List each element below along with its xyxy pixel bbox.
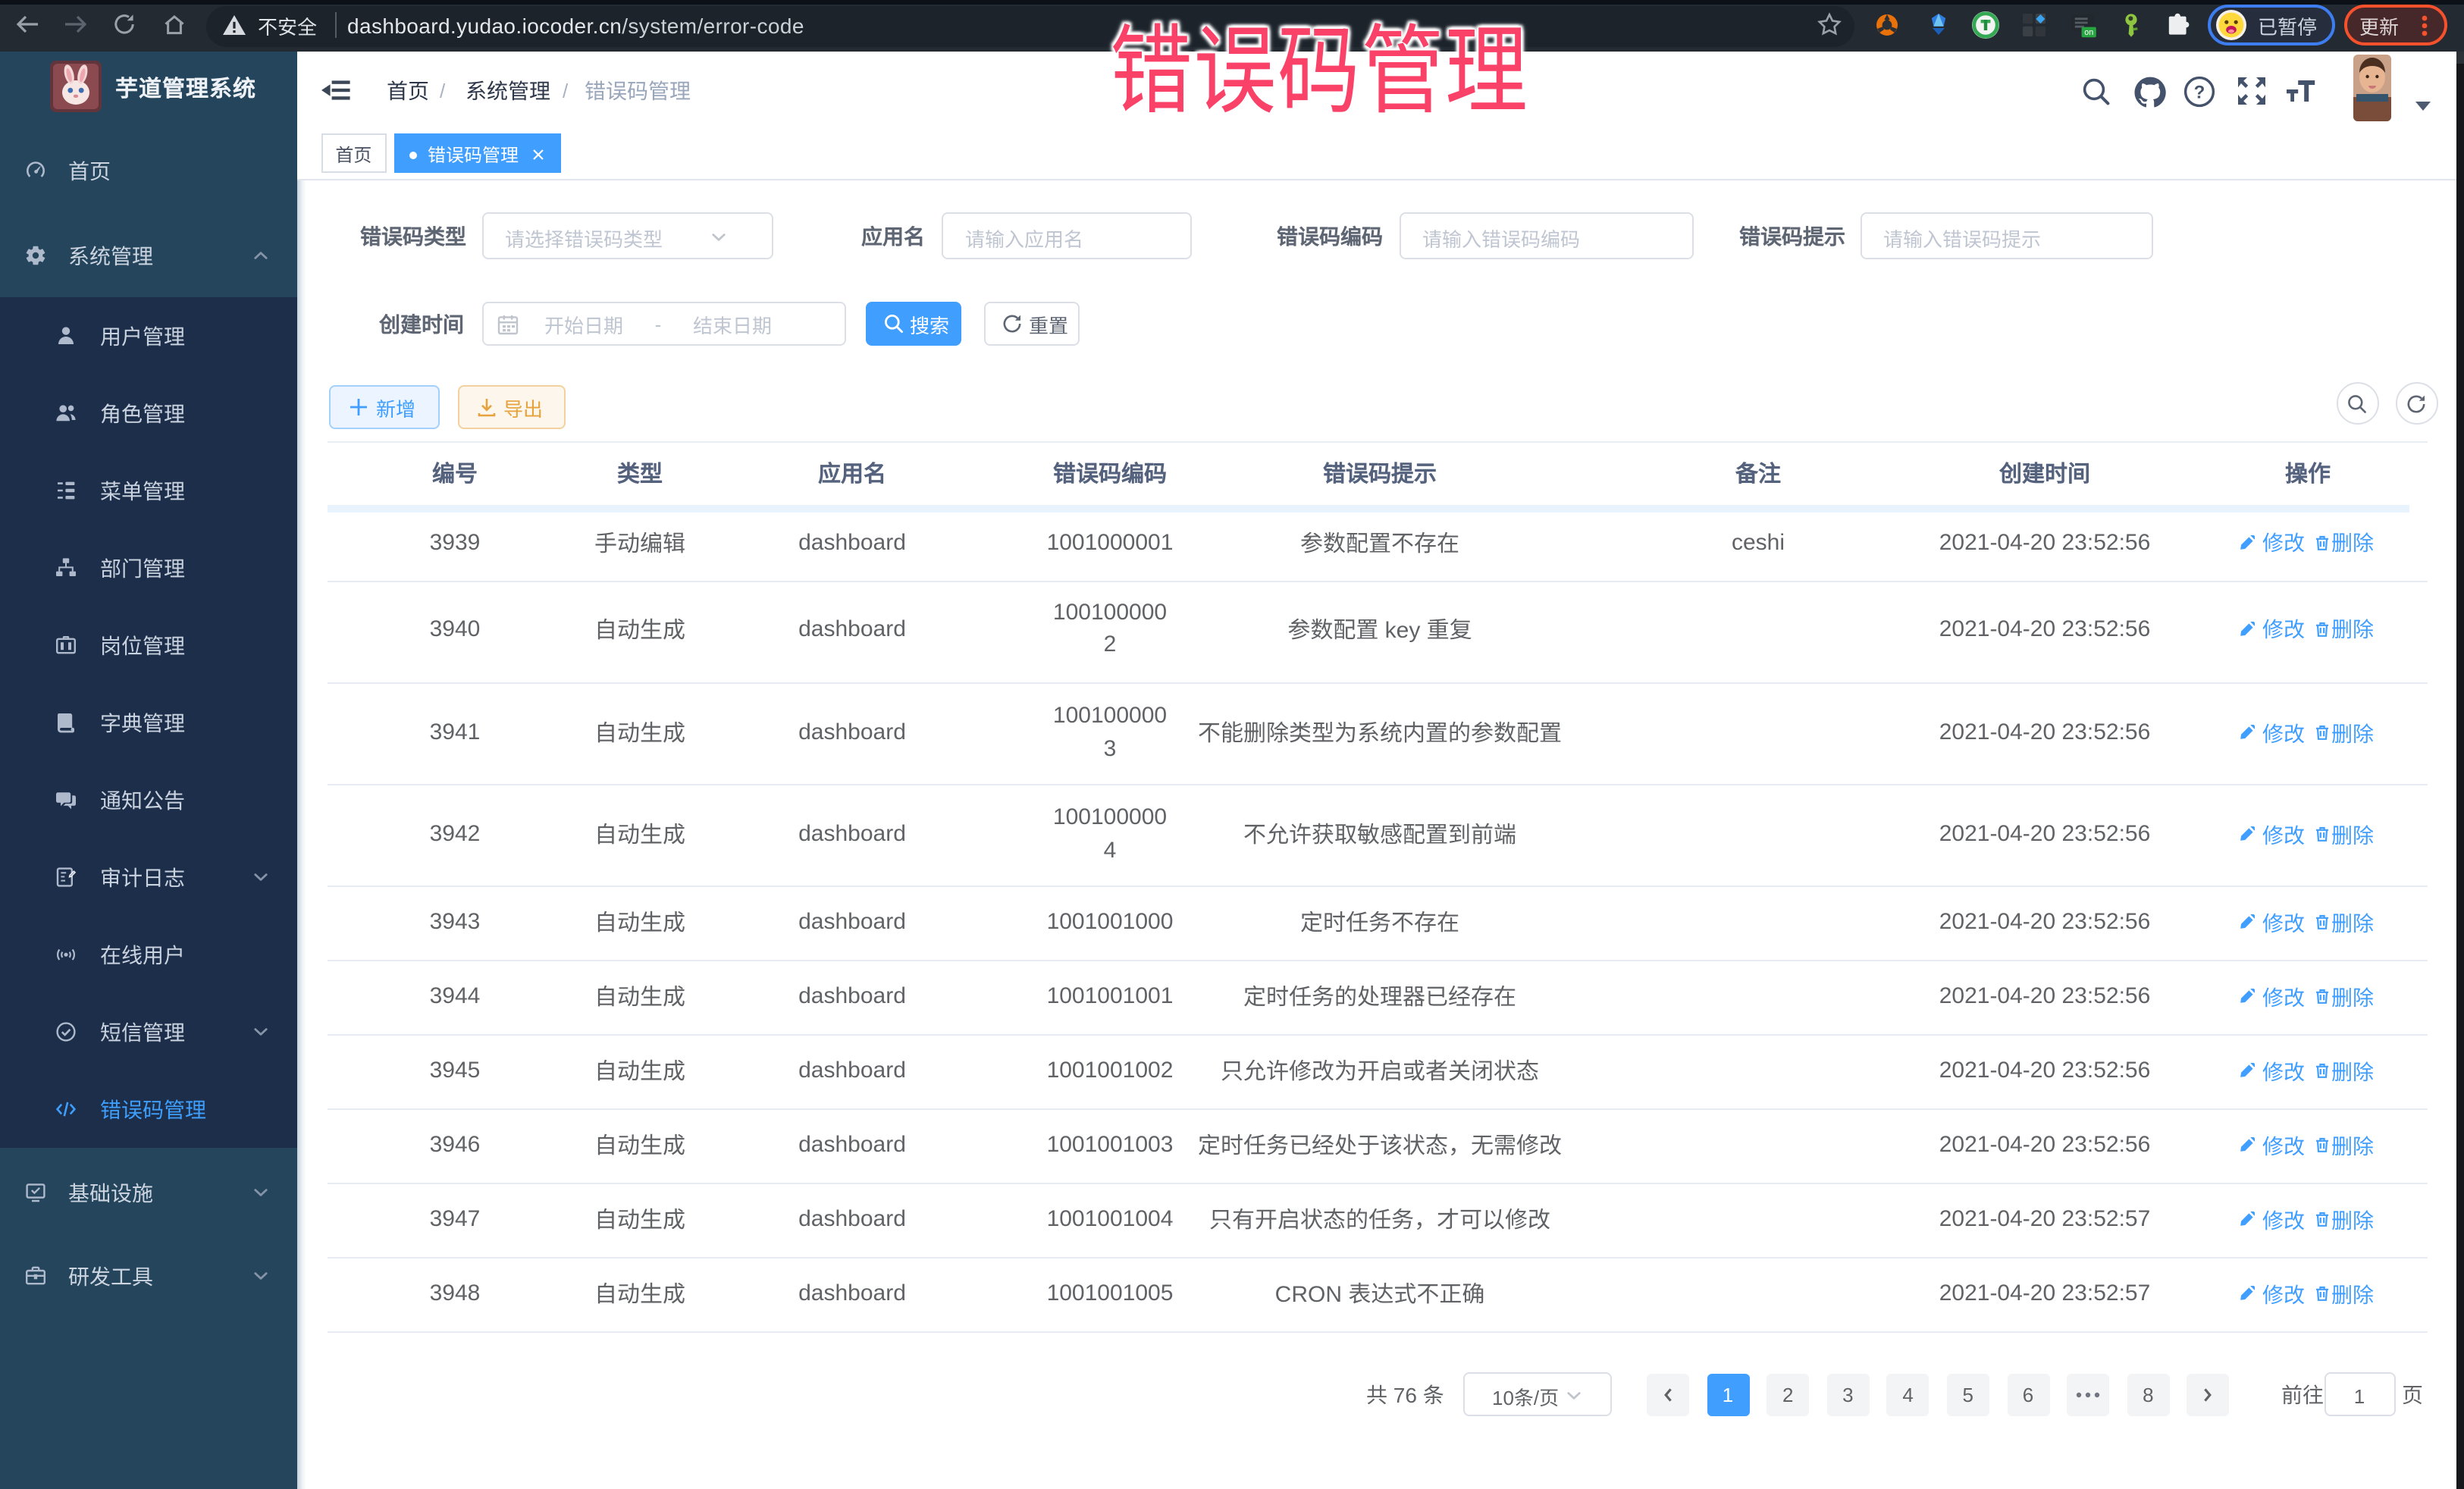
- svg-text:?: ?: [2193, 82, 2205, 102]
- svg-text:on: on: [2084, 27, 2093, 36]
